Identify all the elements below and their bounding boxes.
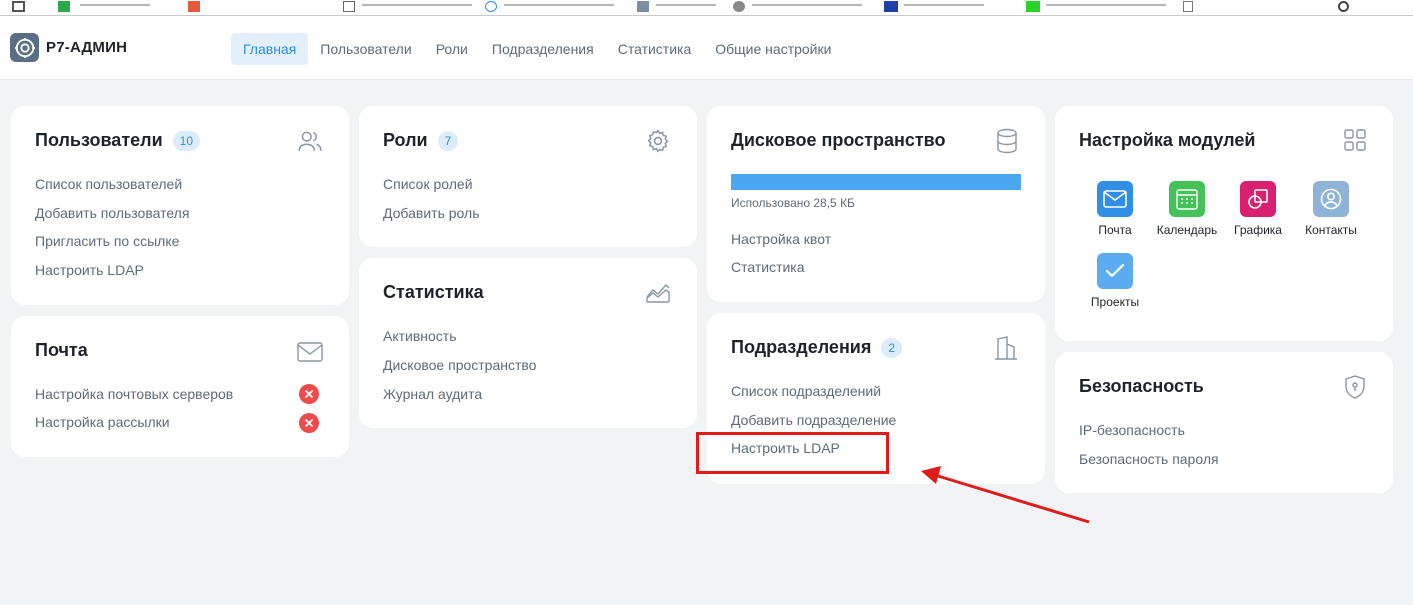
annotation-arrow [921,466,1090,524]
